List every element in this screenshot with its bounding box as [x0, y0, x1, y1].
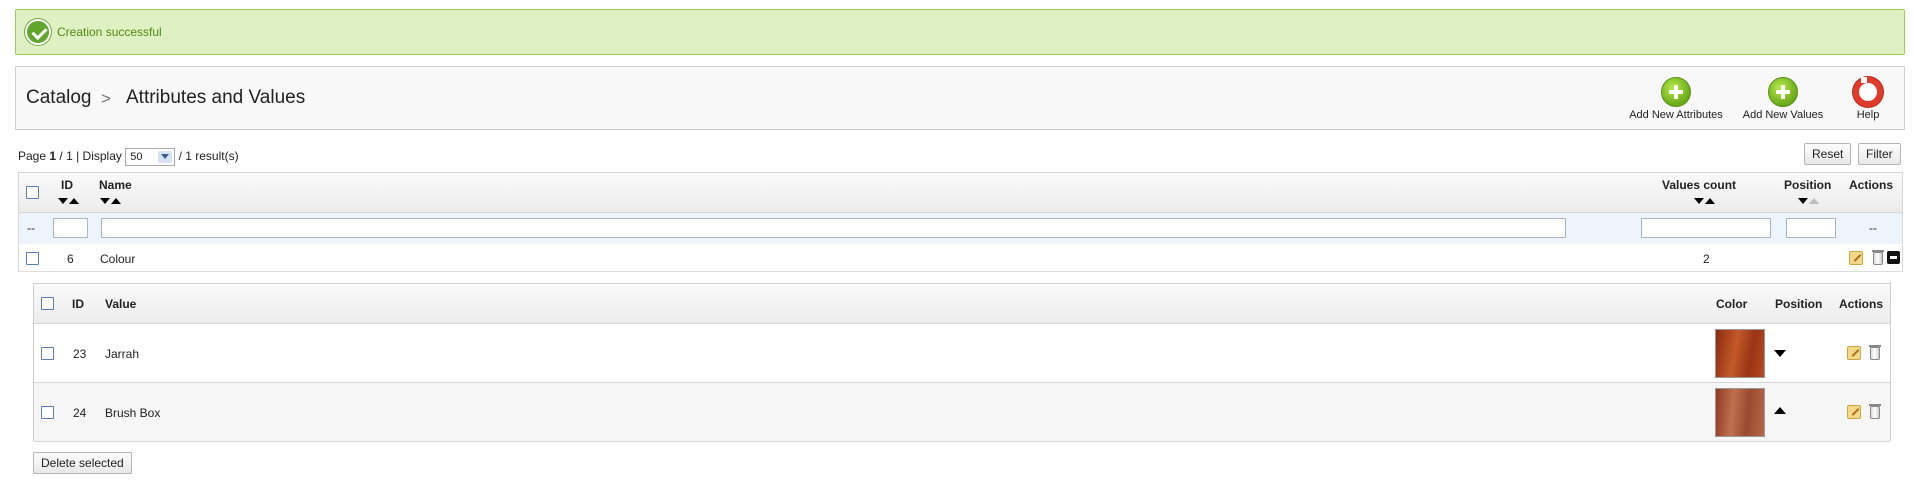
column-values-count: Values count	[1662, 178, 1737, 192]
sort-asc-icon[interactable]	[111, 198, 121, 204]
sort-asc-icon[interactable]	[1809, 198, 1819, 204]
move-up-icon[interactable]	[1774, 407, 1786, 414]
breadcrumb-separator-icon: >	[101, 89, 111, 108]
sort-id[interactable]	[58, 198, 82, 206]
filter-id-input[interactable]	[53, 218, 88, 238]
sort-values-count[interactable]	[1694, 198, 1718, 206]
delete-icon[interactable]	[1869, 404, 1881, 419]
success-check-icon	[25, 19, 51, 45]
value-id: 24	[73, 406, 87, 420]
page-title: Attributes and Values	[126, 87, 306, 108]
column-position: Position	[1784, 178, 1832, 192]
delete-selected-button[interactable]: Delete selected	[33, 452, 132, 474]
table-row[interactable]: 6 Colour 2	[18, 245, 1903, 272]
filter-actions-placeholder: --	[1869, 221, 1877, 235]
delete-icon[interactable]	[1869, 345, 1881, 360]
values-column-color: Color	[1716, 297, 1748, 311]
values-column-actions: Actions	[1839, 297, 1884, 311]
select-all-values-checkbox[interactable]	[41, 297, 54, 310]
column-name: Name	[99, 178, 132, 192]
page-label: Page	[18, 149, 47, 164]
select-all-checkbox[interactable]	[26, 186, 39, 199]
values-column-position: Position	[1775, 297, 1823, 311]
filter-position-input[interactable]	[1786, 218, 1836, 238]
page-total-label: / 1 | Display	[59, 149, 122, 164]
value-name: Jarrah	[105, 347, 140, 361]
filter-values-count-input[interactable]	[1641, 218, 1771, 238]
sort-name[interactable]	[100, 198, 124, 206]
success-alert: Creation successful	[15, 9, 1905, 55]
edit-icon[interactable]	[1849, 251, 1863, 265]
value-row[interactable]: 23 Jarrah	[34, 324, 1890, 383]
help-label: Help	[1856, 109, 1880, 121]
filter-row: -- --	[18, 213, 1903, 244]
value-name: Brush Box	[105, 406, 161, 420]
sort-desc-icon[interactable]	[100, 198, 110, 204]
row-name: Colour	[100, 252, 136, 266]
page-toolbar: Catalog > Attributes and Values Add New …	[15, 66, 1905, 130]
sort-desc-icon[interactable]	[1798, 198, 1808, 204]
filter-placeholder: --	[27, 221, 35, 235]
current-page: 1	[49, 149, 57, 164]
pagination-info: Page 1 / 1 | Display 50 / 1 result(s)	[18, 148, 239, 166]
add-icon	[1661, 77, 1691, 107]
delete-icon[interactable]	[1872, 250, 1884, 265]
add-new-attributes-label: Add New Attributes	[1629, 109, 1723, 121]
row-id: 6	[67, 252, 74, 266]
filter-button[interactable]: Filter	[1858, 143, 1901, 165]
row-checkbox[interactable]	[26, 252, 39, 265]
reset-button[interactable]: Reset	[1804, 143, 1852, 165]
color-swatch	[1715, 388, 1765, 437]
sort-position[interactable]	[1798, 198, 1822, 206]
sort-desc-icon[interactable]	[58, 198, 68, 204]
results-count: / 1 result(s)	[178, 149, 239, 164]
collapse-icon[interactable]	[1887, 251, 1900, 264]
filter-name-input[interactable]	[101, 218, 1566, 238]
chevron-down-icon	[158, 151, 173, 163]
help-button[interactable]: Help	[1846, 77, 1890, 121]
value-id: 23	[73, 347, 87, 361]
sort-asc-icon[interactable]	[69, 198, 79, 204]
values-table: ID Value Color Position Actions 23 Jarra…	[33, 283, 1891, 442]
add-icon	[1768, 77, 1798, 107]
attributes-table-header: ID Name Values count Position Actions	[18, 172, 1903, 213]
values-column-id: ID	[72, 297, 84, 311]
sort-asc-icon[interactable]	[1705, 198, 1715, 204]
add-new-attributes-button[interactable]: Add New Attributes	[1626, 77, 1726, 121]
edit-icon[interactable]	[1847, 346, 1861, 360]
row-values-count: 2	[1703, 252, 1710, 266]
column-actions: Actions	[1849, 178, 1894, 192]
value-row[interactable]: 24 Brush Box	[34, 383, 1890, 442]
per-page-value: 50	[130, 151, 143, 163]
column-id: ID	[61, 178, 73, 192]
values-table-header: ID Value Color Position Actions	[34, 284, 1890, 324]
per-page-select[interactable]: 50	[125, 148, 176, 166]
color-swatch	[1715, 329, 1765, 378]
add-new-values-label: Add New Values	[1742, 109, 1824, 121]
move-down-icon[interactable]	[1774, 350, 1786, 357]
add-new-values-button[interactable]: Add New Values	[1738, 77, 1828, 121]
value-row-checkbox[interactable]	[41, 347, 54, 360]
edit-icon[interactable]	[1847, 405, 1861, 419]
help-lifebuoy-icon	[1853, 77, 1883, 107]
sort-desc-icon[interactable]	[1694, 198, 1704, 204]
values-column-value: Value	[105, 297, 137, 311]
breadcrumb-catalog[interactable]: Catalog	[26, 87, 92, 109]
value-row-checkbox[interactable]	[41, 406, 54, 419]
success-message: Creation successful	[57, 25, 162, 39]
